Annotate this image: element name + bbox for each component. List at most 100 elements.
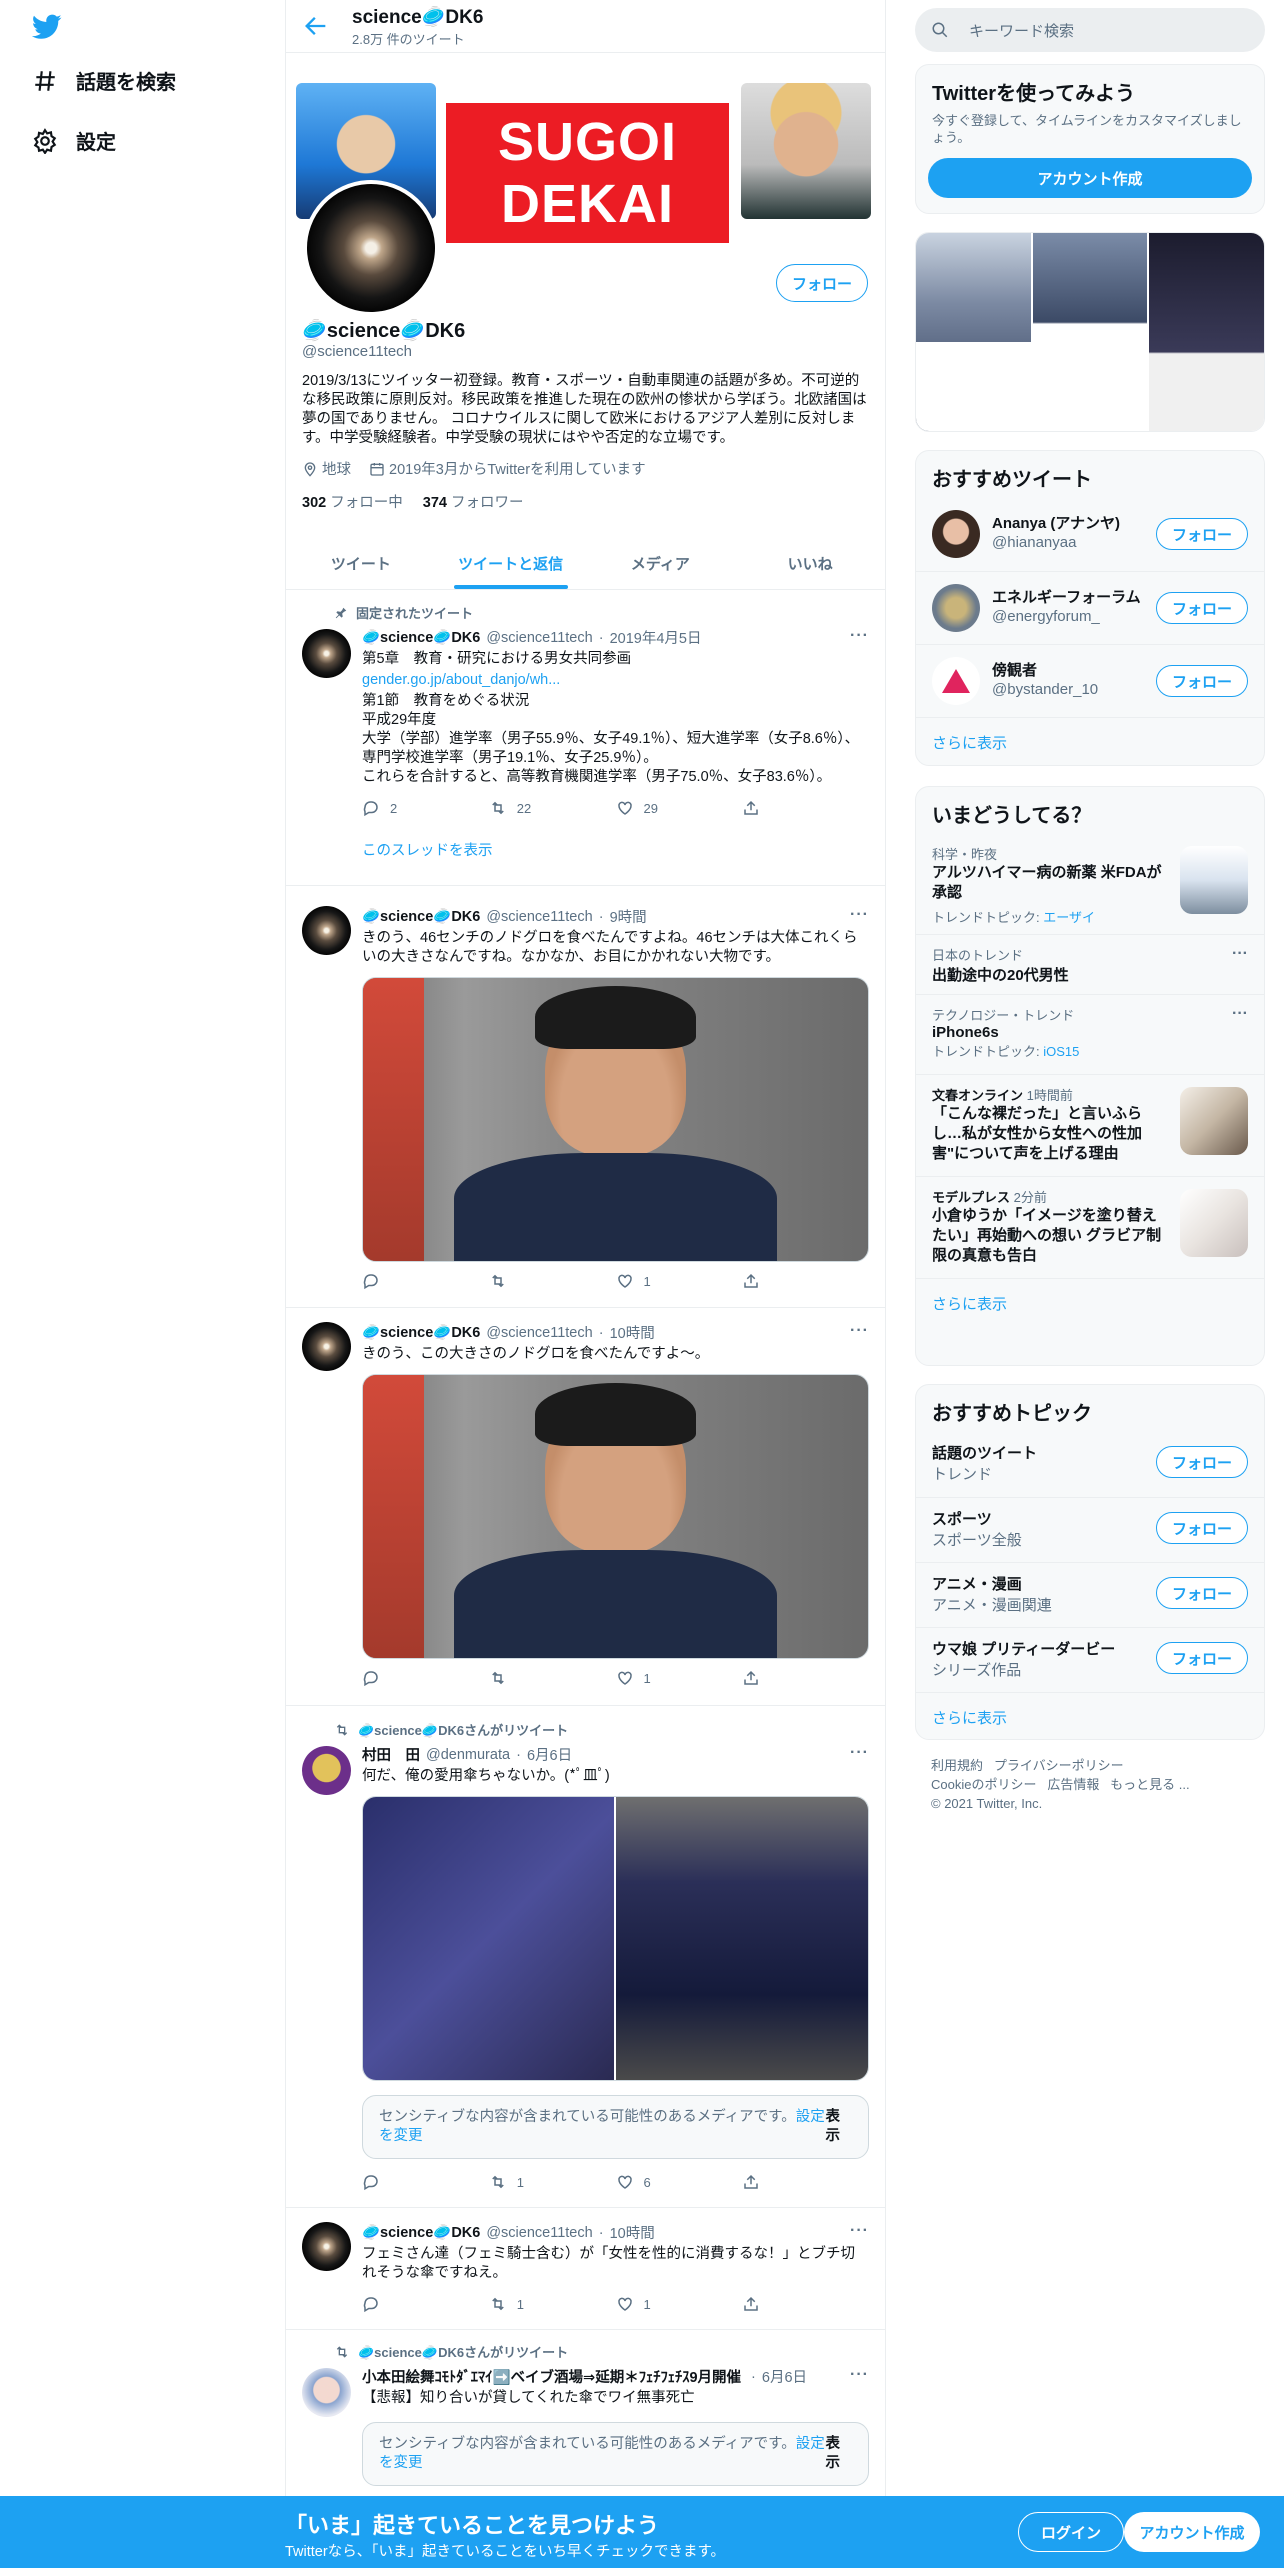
share-action[interactable]	[742, 2173, 869, 2191]
show-more-link[interactable]: さらに表示	[916, 1278, 1264, 1328]
tweet-link[interactable]: gender.go.jp/about_danjo/wh...	[362, 671, 869, 690]
tweet-photo[interactable]	[362, 977, 869, 1262]
more-icon[interactable]: ···	[850, 1744, 869, 1762]
like-action[interactable]: 6	[616, 2173, 743, 2191]
tweet-handle[interactable]: @denmurata	[426, 1747, 510, 1763]
avatar[interactable]	[932, 510, 980, 558]
tweet-time[interactable]: 2019年4月5日	[610, 627, 702, 648]
tweet-author-name[interactable]: 村田 田	[362, 1744, 420, 1765]
retweet-action[interactable]: 1	[489, 2173, 616, 2191]
recommended-name[interactable]: エネルギーフォーラム	[992, 586, 1141, 607]
search-input[interactable]: キーワード検索	[969, 20, 1074, 41]
more-icon[interactable]: ···	[850, 627, 869, 645]
follow-button[interactable]: フォロー	[1156, 665, 1248, 697]
topic-item[interactable]: アニメ・漫画 アニメ・漫画関連 フォロー	[916, 1562, 1264, 1627]
tweet-time[interactable]: 10時間	[610, 1322, 655, 1343]
tab-likes[interactable]: いいね	[735, 538, 885, 589]
footer-link[interactable]: プライバシーポリシー	[994, 1758, 1124, 1773]
tweet-handle[interactable]: @science11tech	[486, 1325, 592, 1341]
tweet-author-name[interactable]: 🥏science🥏DK6	[362, 908, 480, 925]
share-action[interactable]	[742, 1669, 869, 1687]
tweet-time[interactable]: 10時間	[610, 2222, 655, 2243]
share-action[interactable]	[742, 1272, 869, 1290]
tab-tweets-replies[interactable]: ツイートと返信	[436, 538, 586, 589]
following-count[interactable]: 302	[302, 495, 326, 511]
tweet-author-name[interactable]: 🥏science🥏DK6	[362, 629, 480, 646]
twitter-logo-icon[interactable]	[32, 14, 62, 40]
show-thread-link[interactable]: このスレッドを表示	[362, 839, 869, 860]
tweet-handle[interactable]: @science11tech	[486, 630, 592, 646]
topic-item[interactable]: スポーツ スポーツ全般 フォロー	[916, 1497, 1264, 1562]
media-thumb[interactable]	[916, 233, 1031, 431]
back-arrow-icon[interactable]	[302, 12, 330, 40]
tweet-item[interactable]: 🥏science🥏DK6 @science11tech · 10時間 ··· き…	[286, 1310, 885, 1706]
login-button[interactable]: ログイン	[1018, 2512, 1124, 2552]
tweet-retweet[interactable]: 🥏science🥏DK6さんがリツイート 小本田絵舞ｺﾓﾄﾀﾞｴﾏｲ➡️ベイブ酒…	[286, 2332, 885, 2496]
tweet-photo[interactable]	[615, 1797, 868, 2080]
more-icon[interactable]: ···	[850, 906, 869, 924]
media-thumb[interactable]	[1032, 233, 1148, 431]
share-action[interactable]	[742, 799, 869, 817]
tweet-retweet[interactable]: 🥏science🥏DK6さんがリツイート 村田 田 @denmurata · 6…	[286, 1708, 885, 2208]
footer-link[interactable]: Cookieのポリシー	[931, 1777, 1036, 1792]
retweet-action[interactable]	[489, 1272, 616, 1290]
like-action[interactable]: 1	[616, 2295, 743, 2313]
follow-topic-button[interactable]: フォロー	[1156, 1512, 1248, 1544]
tweet-avatar[interactable]	[302, 2368, 351, 2417]
tweet-time[interactable]: 6月6日	[762, 2366, 807, 2387]
topic-item[interactable]: 話題のツイート トレンド フォロー	[916, 1432, 1264, 1497]
followers-label[interactable]: フォロワー	[451, 495, 524, 511]
recommended-name[interactable]: Ananya (アナンヤ)	[992, 512, 1120, 533]
signup-button[interactable]: アカウント作成	[1124, 2512, 1260, 2552]
follow-topic-button[interactable]: フォロー	[1156, 1642, 1248, 1674]
news-item[interactable]: 文春オンライン 1時間前 「こんな裸だった」と言いふらし…私が女性から女性への性…	[916, 1074, 1264, 1176]
reply-action[interactable]: 2	[362, 799, 489, 817]
retweet-action[interactable]	[489, 1669, 616, 1687]
reply-action[interactable]	[362, 2295, 489, 2313]
avatar[interactable]	[932, 584, 980, 632]
show-more-link[interactable]: さらに表示	[916, 1692, 1264, 1739]
tweet-photo[interactable]	[363, 1797, 616, 2080]
follow-button[interactable]: フォロー	[1156, 592, 1248, 624]
tweet-avatar[interactable]	[302, 2222, 351, 2271]
more-icon[interactable]: ···	[850, 2366, 869, 2384]
media-thumb[interactable]	[1149, 233, 1264, 431]
media-grid[interactable]	[915, 232, 1265, 432]
tweet-time[interactable]: 6月6日	[527, 1744, 572, 1765]
recommended-user[interactable]: Ananya (アナンヤ) @hiananyaa フォロー	[916, 498, 1264, 571]
trend-item[interactable]: 日本のトレンド 出勤途中の20代男性 ···	[916, 934, 1264, 994]
signup-card-button[interactable]: アカウント作成	[928, 158, 1252, 198]
retweet-label-text[interactable]: 🥏science🥏DK6さんがリツイート	[358, 1720, 568, 1739]
follow-button[interactable]: フォロー	[1156, 518, 1248, 550]
tweet-photo[interactable]	[362, 1374, 869, 1659]
retweet-action[interactable]: 22	[489, 799, 616, 817]
trend-item[interactable]: 科学・昨夜 アルツハイマー病の新薬 米FDAが承認 トレンドトピック: エーザイ	[916, 834, 1264, 934]
like-action[interactable]: 1	[616, 1272, 743, 1290]
more-icon[interactable]: ···	[850, 2222, 869, 2240]
tweet-avatar[interactable]	[302, 629, 351, 678]
follow-topic-button[interactable]: フォロー	[1156, 1446, 1248, 1478]
news-item[interactable]: モデルプレス 2分前 小倉ゆうか「イメージを塗り替えたい」再始動への想い グラビ…	[916, 1176, 1264, 1278]
retweet-action[interactable]: 1	[489, 2295, 616, 2313]
tweet-pinned[interactable]: 固定されたツイート 🥏science🥏DK6 @science11tech · …	[286, 591, 885, 886]
like-action[interactable]: 29	[616, 799, 743, 817]
trend-item[interactable]: テクノロジー・トレンド iPhone6s トレンドトピック: iOS15 ···	[916, 994, 1264, 1074]
share-action[interactable]	[742, 2295, 869, 2313]
nav-settings[interactable]: 設定	[32, 126, 116, 155]
tweet-author-name[interactable]: 小本田絵舞ｺﾓﾄﾀﾞｴﾏｲ➡️ベイブ酒場⇒延期＊ﾌｪﾁﾌｪﾁｽ9月開催	[362, 2366, 741, 2387]
topic-item[interactable]: ウマ娘 プリティーダービー シリーズ作品 フォロー	[916, 1627, 1264, 1692]
reply-action[interactable]	[362, 2173, 489, 2191]
footer-link[interactable]: 広告情報	[1047, 1777, 1099, 1792]
more-icon[interactable]: ···	[850, 1322, 869, 1340]
show-more-link[interactable]: さらに表示	[916, 717, 1264, 765]
follow-button[interactable]: フォロー	[776, 264, 868, 302]
avatar[interactable]	[932, 657, 980, 705]
tab-media[interactable]: メディア	[586, 538, 736, 589]
tweet-author-name[interactable]: 🥏science🥏DK6	[362, 1324, 480, 1341]
tweet-time[interactable]: 9時間	[610, 906, 647, 927]
trend-sub-link[interactable]: iOS15	[1043, 1044, 1079, 1059]
show-media-button[interactable]: 表示	[826, 2108, 852, 2146]
tweet-item[interactable]: 🥏science🥏DK6 @science11tech · 9時間 ··· きの…	[286, 894, 885, 1308]
tweet-avatar[interactable]	[302, 906, 351, 955]
tweet-handle[interactable]: @science11tech	[486, 2225, 592, 2241]
